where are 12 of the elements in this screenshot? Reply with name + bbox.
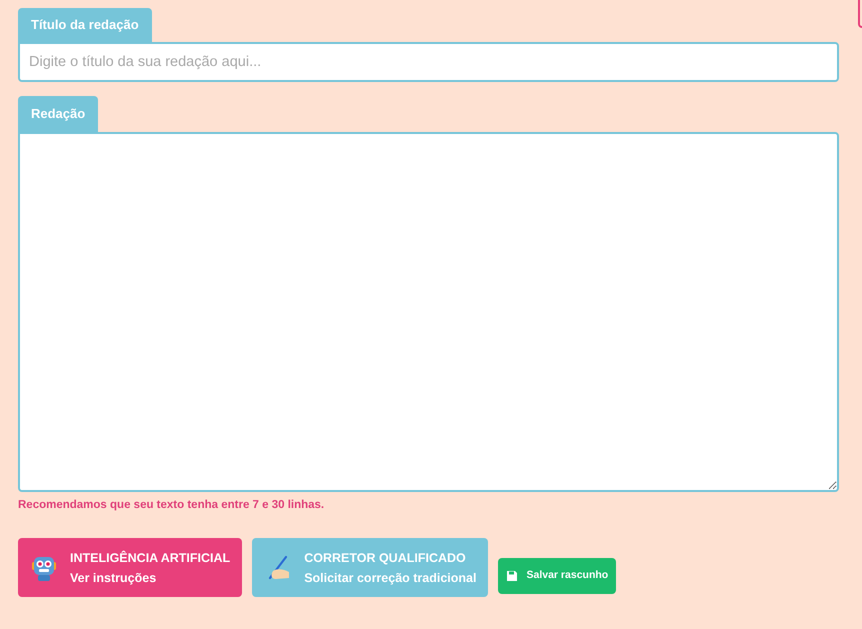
button-subtitle: Solicitar correção tradicional [304, 570, 476, 587]
line-count-hint: Recomendamos que seu texto tenha entre 7 e 30 linhas. [18, 498, 326, 513]
field-label: Título da redação [18, 8, 152, 42]
field-label: Redação [18, 96, 98, 132]
button-subtitle: Ver instruções [70, 570, 158, 587]
action-button[interactable]: CORRETOR QUALIFICADO Solicitar correção tradicional [252, 538, 488, 598]
action-button[interactable]: INTELIGÊNCIA ARTIFICIAL Ver instruções [18, 538, 242, 598]
button-title: INTELIGÊNCIA ARTIFICIAL [70, 550, 230, 567]
essay-text-area[interactable] [18, 132, 839, 492]
save-draft-button[interactable]: Salvar rascunho [498, 558, 616, 594]
title-input-field[interactable]: Digite o título da sua redação aqui... [18, 42, 839, 82]
button-title: CORRETOR QUALIFICADO [304, 550, 467, 567]
